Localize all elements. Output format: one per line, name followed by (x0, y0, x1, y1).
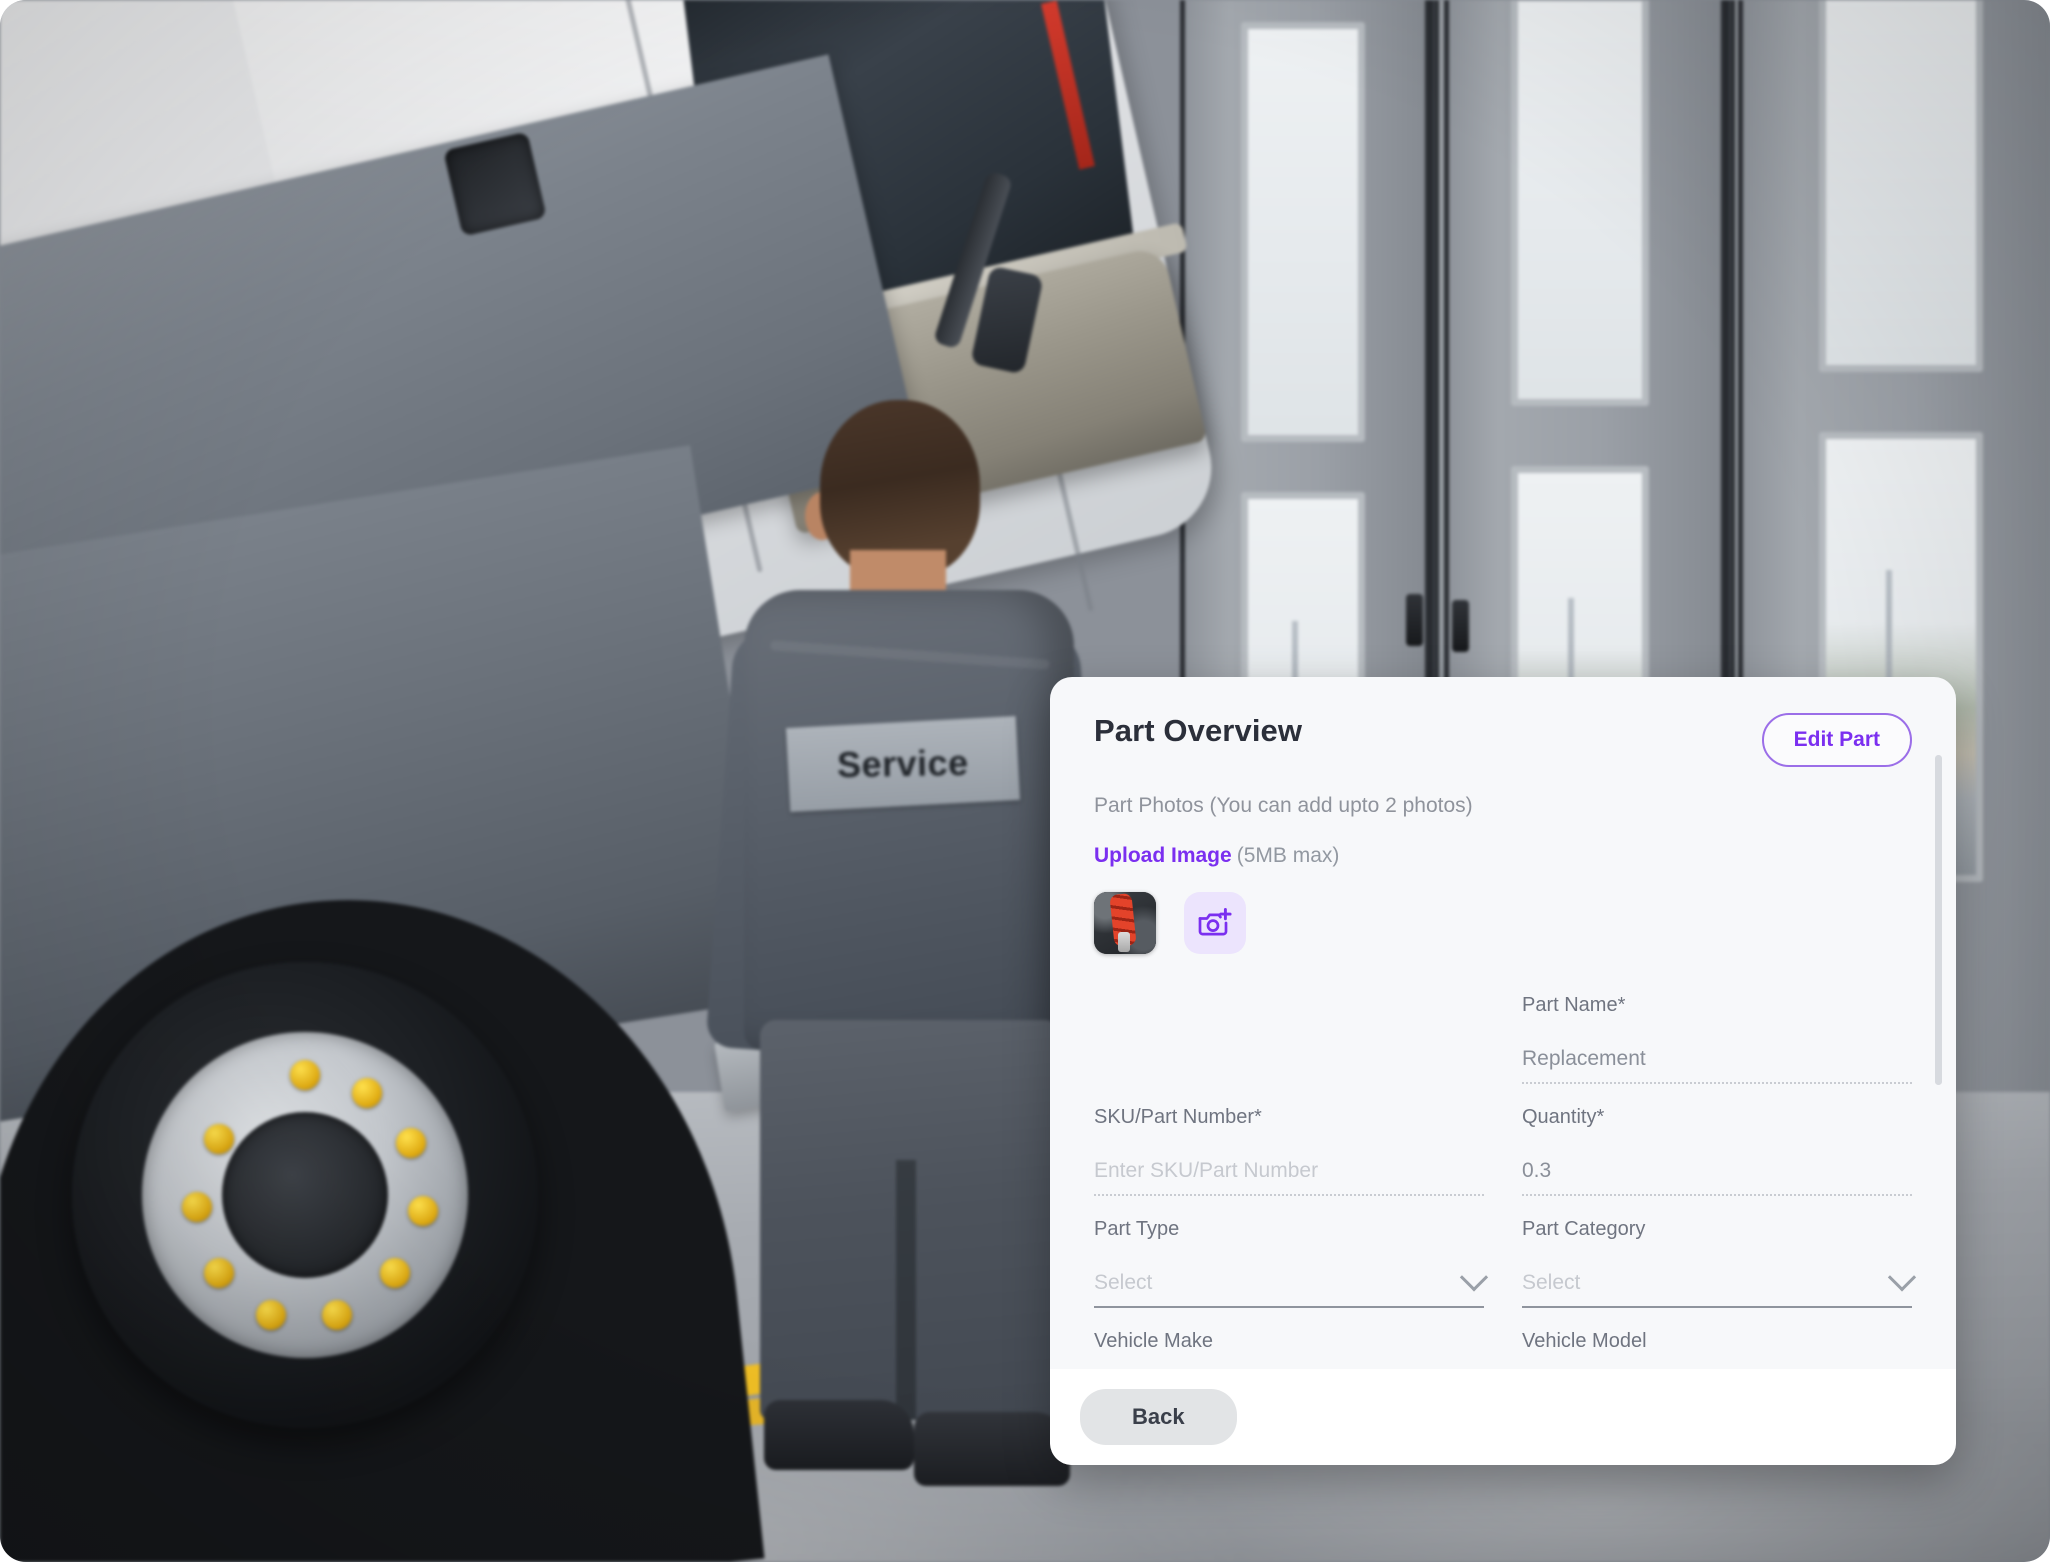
panel-header: Part Overview Edit Part (1094, 713, 1912, 767)
camera-plus-icon (1198, 907, 1232, 936)
shock-rod (1118, 932, 1130, 952)
sku-part-number-input[interactable]: Enter SKU/Part Number (1094, 1159, 1484, 1196)
lug-nut (256, 1300, 286, 1330)
quantity-input[interactable]: 0.3 (1522, 1159, 1912, 1196)
field-value: Replacement (1522, 1047, 1646, 1070)
field-label: Quantity* (1522, 1106, 1605, 1128)
chevron-down-icon (1459, 1263, 1489, 1292)
door-handle (1406, 594, 1423, 646)
door-handle (1452, 600, 1469, 652)
lug-nut (352, 1078, 382, 1108)
panel-scroll-area[interactable]: Part Overview Edit Part Part Photos (You… (1050, 677, 1956, 1465)
back-button[interactable]: Back (1080, 1389, 1237, 1445)
part-photos-note: Part Photos (You can add upto 2 photos) (1094, 794, 1473, 817)
chevron-down-icon (1887, 1263, 1917, 1292)
field-label: Vehicle Make (1094, 1330, 1213, 1352)
panel-scrollbar-thumb[interactable] (1935, 755, 1942, 1085)
field-label: Vehicle Model (1522, 1330, 1647, 1352)
door-glass-upper (1511, 0, 1649, 406)
panel-scrollbar[interactable] (1935, 755, 1942, 1085)
add-photo-button[interactable] (1184, 892, 1246, 954)
part-category-select[interactable]: Select (1522, 1263, 1917, 1308)
field-placeholder: Select (1094, 1271, 1153, 1294)
left-boot (764, 1400, 914, 1470)
field-label: Part Type (1094, 1218, 1180, 1240)
right-boot (914, 1412, 1070, 1486)
field-part-name: Part Name* Replacement (1522, 972, 1912, 1084)
upload-max-size-label: (5MB max) (1236, 844, 1340, 867)
field-value: 0.3 (1522, 1159, 1552, 1182)
field-label: Part Category (1522, 1218, 1646, 1240)
service-patch-text: Service (836, 741, 970, 786)
lug-nut (290, 1060, 320, 1090)
door-glass-upper (1241, 22, 1365, 442)
part-name-input[interactable]: Replacement (1522, 1047, 1912, 1084)
leg-gap (896, 1160, 916, 1420)
form-spacer (1094, 972, 1484, 1084)
field-label: SKU/Part Number* (1094, 1106, 1262, 1128)
lug-nut (408, 1196, 438, 1226)
part-overview-panel: Part Overview Edit Part Part Photos (You… (1050, 677, 1956, 1465)
part-type-select[interactable]: Select (1094, 1263, 1489, 1308)
field-part-type: Part Type Select (1094, 1196, 1489, 1308)
screenshot-root: Service Part Overview Edit Part Part Pho… (0, 0, 2050, 1562)
wheel-hub (222, 1112, 388, 1278)
field-label: Part Name* (1522, 994, 1626, 1016)
upload-image-link[interactable]: Upload Image (1094, 844, 1232, 867)
upload-image-row: Upload Image (5MB max) (1094, 844, 1912, 868)
lug-nut (204, 1124, 234, 1154)
field-placeholder: Enter SKU/Part Number (1094, 1159, 1319, 1182)
photo-thumbnails-row (1094, 892, 1912, 954)
panel-footer: Back (1050, 1369, 1956, 1465)
part-photo-thumbnail[interactable] (1094, 892, 1156, 954)
field-sku-part-number: SKU/Part Number* Enter SKU/Part Number (1094, 1084, 1484, 1196)
lug-nut (380, 1258, 410, 1288)
door-glass-upper (1819, 0, 1983, 372)
field-quantity: Quantity* 0.3 (1522, 1084, 1912, 1196)
lug-nut (204, 1258, 234, 1288)
page-title: Part Overview (1094, 713, 1303, 748)
lug-nut (322, 1300, 352, 1330)
field-part-category: Part Category Select (1522, 1196, 1917, 1308)
edit-part-button[interactable]: Edit Part (1761, 713, 1912, 767)
lug-nut (396, 1128, 426, 1158)
jacket-service-patch: Service (785, 716, 1021, 812)
field-placeholder: Select (1522, 1271, 1581, 1294)
lug-nut (182, 1192, 212, 1222)
